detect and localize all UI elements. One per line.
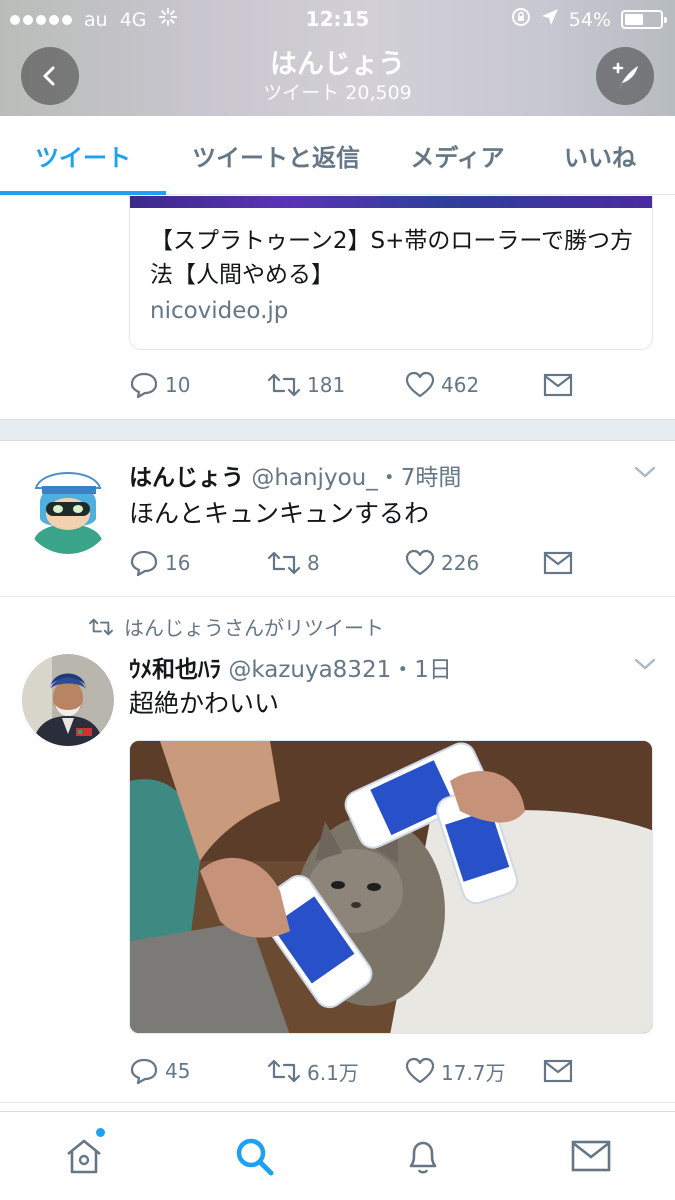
direct-message-button[interactable] [543,546,573,580]
retweet-icon [267,551,301,575]
tweet-actions: 45 6.1万 17.7万 [129,1054,589,1088]
reply-icon [130,1058,158,1085]
avatar-kazuya[interactable] [22,654,114,746]
heart-icon [405,371,435,398]
tweet-author-handle-time[interactable]: @kazuya8321・1日 [228,657,452,683]
retweet-count: 181 [307,373,346,397]
direct-message-button[interactable] [543,1054,573,1088]
link-card-title: 【スプラトゥーン2】S+帯のローラーで勝つ方法【人間やめる】 [150,228,633,288]
section-separator [0,419,675,441]
bell-icon [409,1141,437,1174]
home-tab[interactable] [62,1134,106,1178]
heart-icon [405,1057,435,1084]
search-tab[interactable] [232,1134,276,1178]
active-tab-indicator [0,191,166,195]
like-button[interactable]: 226 [405,546,479,580]
link-card-domain: nicovideo.jp [150,298,289,324]
direct-message-button[interactable] [543,368,573,402]
tweet-author-name[interactable]: ｳﾒ和也ﾊﾗ [129,657,221,683]
tweet-header: ｳﾒ和也ﾊﾗ @kazuya8321・1日 [129,650,452,684]
like-button[interactable]: 17.7万 [405,1054,506,1088]
retweet-button[interactable]: 8 [267,546,320,580]
messages-tab[interactable] [569,1134,613,1178]
tweet-menu-button[interactable] [633,656,657,676]
retweet-notice[interactable]: はんじょうさんがリツイート [88,612,384,641]
tweet-text: 超絶かわいい [129,689,280,718]
link-card[interactable]: 【スプラトゥーン2】S+帯のローラーで勝つ方法【人間やめる】 nicovideo… [129,196,653,350]
retweet-button[interactable]: 181 [267,368,345,402]
rotation-lock-icon [511,7,531,32]
reply-button[interactable]: 10 [129,368,190,402]
profile-name: はんじょう [270,49,405,80]
envelope-icon [571,1140,611,1172]
retweet-count: 8 [307,551,320,575]
bottom-tab-bar [0,1111,675,1200]
tweet-divider [0,596,675,597]
chevron-down-icon [634,658,656,670]
tweet-author-name[interactable]: はんじょう [129,465,244,491]
tab-likes[interactable]: いいね [540,116,660,195]
status-bar: au 4G 12:15 54% [0,0,675,36]
heart-icon [405,549,435,576]
envelope-icon [543,373,573,397]
reply-icon [130,372,158,399]
tweet-header: はんじょう @hanjyou_・7時間 [129,458,461,492]
retweet-button[interactable]: 6.1万 [267,1054,359,1088]
tweet-author-handle-time[interactable]: @hanjyou_・7時間 [251,465,461,491]
tweet-photo[interactable] [129,740,653,1034]
tweet-actions: 16 8 226 [129,546,589,580]
reply-count: 16 [165,551,191,575]
envelope-icon [543,551,573,575]
tab-tweets[interactable]: ツイート [0,116,166,195]
search-icon [236,1138,274,1176]
home-notification-dot [96,1128,105,1137]
profile-header: au 4G 12:15 54% はんじょう ツイート 20,509 [0,0,675,116]
profile-tabs: ツイート ツイートと返信 メディア いいね [0,116,675,195]
tweet-count: ツイート 20,509 [263,82,412,104]
like-count: 17.7万 [441,1060,506,1085]
tab-media[interactable]: メディア [395,116,520,195]
retweet-small-icon [89,618,113,635]
retweet-icon [267,373,301,397]
retweet-count: 6.1万 [307,1060,359,1085]
tab-tweets-and-replies[interactable]: ツイートと返信 [172,116,380,195]
like-button[interactable]: 462 [405,368,479,402]
location-arrow-icon [541,8,559,31]
reply-count: 10 [165,373,191,397]
chevron-down-icon [634,466,656,478]
reply-button[interactable]: 16 [129,546,190,580]
compose-tweet-button[interactable] [596,47,654,105]
retweet-notice-text: はんじょうさんがリツイート [124,616,384,640]
reply-count: 45 [165,1059,191,1083]
feather-compose-icon [612,62,638,89]
reply-icon [130,550,158,577]
battery-icon [621,10,667,29]
battery-percent: 54% [568,8,611,31]
tweet-actions: 10 181 462 [129,368,589,402]
like-count: 226 [441,551,480,575]
avatar-hanjyou[interactable] [22,462,114,554]
tweet-menu-button[interactable] [633,464,657,484]
envelope-icon [543,1059,573,1083]
tweet-divider [0,1102,675,1103]
retweet-icon [267,1059,301,1083]
reply-button[interactable]: 45 [129,1054,190,1088]
like-count: 462 [441,373,480,397]
tweet-text: ほんとキュンキュンするわ [129,499,430,528]
notifications-tab[interactable] [401,1134,445,1178]
home-icon [67,1139,101,1174]
